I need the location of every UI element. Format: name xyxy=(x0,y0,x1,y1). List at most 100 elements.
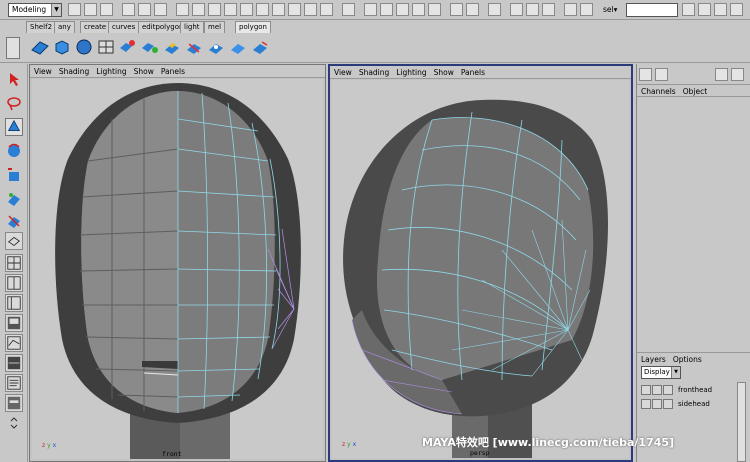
menu-shading[interactable]: Shading xyxy=(59,67,89,76)
extrude-icon[interactable] xyxy=(162,38,182,56)
lasso-tool-icon[interactable] xyxy=(5,94,23,112)
close-icon[interactable] xyxy=(731,68,744,81)
combine-icon[interactable] xyxy=(118,38,138,56)
output-ops-icon[interactable] xyxy=(466,3,479,16)
render-globals-icon[interactable] xyxy=(542,3,555,16)
tab-create[interactable]: create xyxy=(80,21,111,33)
layer-color-swatch[interactable] xyxy=(663,399,673,409)
menu-object[interactable]: Object xyxy=(683,87,707,96)
tab-any[interactable]: any xyxy=(54,21,75,33)
select-tool-icon[interactable] xyxy=(5,70,23,88)
ipr-render-icon[interactable] xyxy=(526,3,539,16)
mask-surfaces-icon[interactable] xyxy=(240,3,253,16)
tool-settings-toggle-icon[interactable] xyxy=(715,68,728,81)
panel-toggle-icon[interactable] xyxy=(730,3,743,16)
layout-four-icon[interactable] xyxy=(5,254,23,272)
sel-input[interactable] xyxy=(626,3,678,17)
rotate-tool-icon[interactable] xyxy=(5,142,23,160)
menu-channels[interactable]: Channels xyxy=(641,87,676,96)
poly-cube-icon[interactable] xyxy=(52,38,72,56)
snap-view-icon[interactable] xyxy=(412,3,425,16)
panel-toggle-icon[interactable] xyxy=(698,3,711,16)
menu-lighting[interactable]: Lighting xyxy=(96,67,126,76)
shelf-menu-icon[interactable] xyxy=(6,37,20,59)
menu-panels[interactable]: Panels xyxy=(161,67,185,76)
menu-lighting[interactable]: Lighting xyxy=(396,68,426,77)
attribute-editor-toggle-icon[interactable] xyxy=(655,68,668,81)
layout-single-icon[interactable] xyxy=(5,232,23,250)
poly-grid-icon[interactable] xyxy=(96,38,116,56)
move-tool-icon[interactable] xyxy=(5,118,23,136)
poly-plane-icon[interactable] xyxy=(30,38,50,56)
tab-shelf2[interactable]: Shelf2 xyxy=(26,21,57,33)
layer-display-select[interactable]: Display ▼ xyxy=(641,366,681,379)
mask-deformers-icon[interactable] xyxy=(256,3,269,16)
mask-dynamics-icon[interactable] xyxy=(272,3,285,16)
channel-box-toggle-icon[interactable] xyxy=(639,68,652,81)
menu-show[interactable]: Show xyxy=(434,68,454,77)
mask-joints-icon[interactable] xyxy=(208,3,221,16)
tab-mel[interactable]: mel xyxy=(204,21,226,33)
layout-dopesheet-icon[interactable] xyxy=(5,394,23,412)
mirror-icon[interactable] xyxy=(250,38,270,56)
tab-light[interactable]: light xyxy=(180,21,204,33)
snap-point-icon[interactable] xyxy=(396,3,409,16)
toolbox-scroll-icon[interactable] xyxy=(5,414,23,432)
tab-curves[interactable]: curves xyxy=(108,21,140,33)
mask-sphere-icon[interactable] xyxy=(320,3,333,16)
visibility-toggle[interactable] xyxy=(641,399,651,409)
visibility-toggle[interactable] xyxy=(641,385,651,395)
layer-color-swatch[interactable] xyxy=(663,385,673,395)
persp-viewport[interactable]: z y x persp xyxy=(332,80,629,458)
poly-sphere-icon[interactable] xyxy=(74,38,94,56)
mask-curves-icon[interactable] xyxy=(224,3,237,16)
menu-options[interactable]: Options xyxy=(673,355,702,364)
render-icon[interactable] xyxy=(510,3,523,16)
clapper-icon[interactable] xyxy=(564,3,577,16)
layer-scrollbar[interactable] xyxy=(737,382,746,462)
menu-shading[interactable]: Shading xyxy=(359,68,389,77)
open-scene-icon[interactable] xyxy=(84,3,97,16)
template-toggle[interactable] xyxy=(652,385,662,395)
snap-curve-icon[interactable] xyxy=(380,3,393,16)
menu-layers[interactable]: Layers xyxy=(641,355,666,364)
layout-persp-outliner-icon[interactable] xyxy=(5,294,23,312)
mask-icon[interactable] xyxy=(176,3,189,16)
lock-icon[interactable] xyxy=(342,3,355,16)
select-component-icon[interactable] xyxy=(154,3,167,16)
panel-toggle-icon[interactable] xyxy=(714,3,727,16)
layout-script-icon[interactable] xyxy=(5,374,23,392)
mode-menu[interactable]: Modeling ▼ xyxy=(8,3,62,17)
panel-toggle-icon[interactable] xyxy=(682,3,695,16)
mask-render-icon[interactable] xyxy=(288,3,301,16)
layout-two-icon[interactable] xyxy=(5,274,23,292)
mask-misc-icon[interactable] xyxy=(304,3,317,16)
snap-grid-icon[interactable] xyxy=(364,3,377,16)
tab-polygon[interactable]: polygon xyxy=(235,21,271,33)
smooth-icon[interactable] xyxy=(228,38,248,56)
soft-mod-tool-icon[interactable] xyxy=(5,212,23,230)
layout-graph-icon[interactable] xyxy=(5,334,23,352)
layer-row[interactable]: fronthead xyxy=(641,384,741,396)
clapper-settings-icon[interactable] xyxy=(580,3,593,16)
select-hierarchy-icon[interactable] xyxy=(122,3,135,16)
mask-handles-icon[interactable] xyxy=(192,3,205,16)
manipulator-tool-icon[interactable] xyxy=(5,190,23,208)
menu-show[interactable]: Show xyxy=(134,67,154,76)
layer-row[interactable]: sidehead xyxy=(641,398,741,410)
menu-view[interactable]: View xyxy=(34,67,52,76)
merge-icon[interactable] xyxy=(206,38,226,56)
menu-panels[interactable]: Panels xyxy=(461,68,485,77)
new-scene-icon[interactable] xyxy=(68,3,81,16)
select-object-icon[interactable] xyxy=(138,3,151,16)
scale-tool-icon[interactable] xyxy=(5,166,23,184)
front-viewport[interactable]: z y x front xyxy=(32,79,323,459)
input-ops-icon[interactable] xyxy=(450,3,463,16)
split-icon[interactable] xyxy=(184,38,204,56)
make-live-icon[interactable] xyxy=(428,3,441,16)
template-toggle[interactable] xyxy=(652,399,662,409)
layout-render-icon[interactable] xyxy=(5,354,23,372)
history-icon[interactable] xyxy=(488,3,501,16)
save-scene-icon[interactable] xyxy=(100,3,113,16)
menu-view[interactable]: View xyxy=(334,68,352,77)
